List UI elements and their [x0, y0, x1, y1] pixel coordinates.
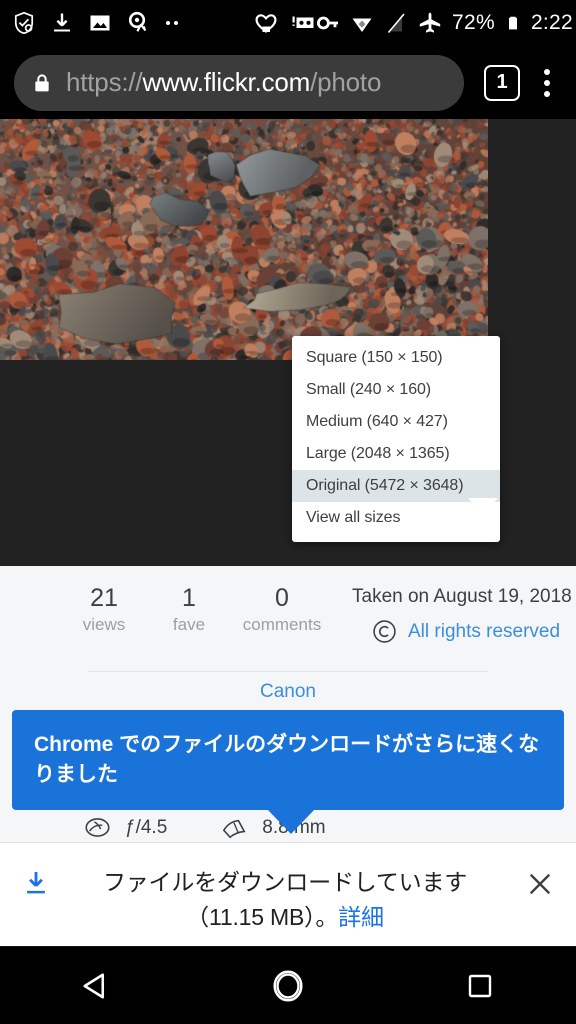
size-menu-pointer: [468, 498, 498, 514]
nav-back-button[interactable]: [0, 968, 192, 1004]
download-icon: [54, 13, 70, 32]
views-count: 21: [90, 584, 118, 612]
taken-on-label: Taken on August 19, 2018: [352, 586, 572, 607]
comments-stat: 0 comments: [236, 583, 328, 637]
faves-label: fave: [172, 615, 206, 634]
size-menu-item[interactable]: Square (150 × 150): [292, 342, 500, 374]
download-message-size: （11.15 MB）。: [186, 904, 339, 930]
download-status-icon: [18, 869, 54, 897]
account-key-icon: [128, 11, 147, 32]
camera-link[interactable]: Canon: [0, 681, 576, 703]
lock-icon: [35, 73, 49, 91]
aperture-value: ƒ/4.5: [125, 816, 168, 838]
download-icon: [27, 872, 45, 894]
download-details-link[interactable]: 詳細: [338, 904, 384, 930]
tab-switcher-button[interactable]: 1: [484, 64, 520, 101]
address-bar[interactable]: https://www.flickr.com/photo: [14, 54, 464, 111]
android-nav-bar: [0, 946, 576, 1024]
comments-label: comments: [242, 615, 322, 634]
vpn-box-icon: [292, 16, 314, 28]
size-menu-item[interactable]: Medium (640 × 427): [292, 406, 500, 438]
close-infobar-button[interactable]: [516, 869, 564, 899]
recents-square-icon: [468, 974, 492, 997]
nav-recents-button[interactable]: [384, 970, 576, 1002]
home-circle-icon: [273, 969, 303, 1002]
faves-stat: 1 fave: [160, 583, 218, 637]
status-bar: 72% 2:22: [0, 0, 576, 46]
nav-home-button[interactable]: [192, 967, 384, 1005]
comments-count: 0: [275, 584, 289, 612]
views-stat: 21 views: [72, 583, 136, 637]
key-icon: [317, 16, 338, 30]
copyright-icon: [373, 620, 396, 643]
url-path: /photo: [310, 67, 382, 97]
kebab-menu-icon[interactable]: [532, 65, 562, 101]
close-icon: [529, 873, 551, 895]
clock-label: 2:22: [530, 11, 574, 34]
url-text: https://www.flickr.com/photo: [66, 67, 381, 98]
focal-length-icon: [223, 819, 246, 839]
status-bar-notification-icons: [12, 11, 316, 35]
url-scheme: https://: [66, 67, 143, 97]
size-menu-item[interactable]: Small (240 × 160): [292, 374, 500, 406]
wifi-icon: [352, 18, 372, 32]
airplane-mode-icon: [419, 12, 441, 33]
url-host: www.flickr.com: [142, 67, 311, 97]
phone-screen: 72% 2:22 https://www.flickr.com/photo 1: [0, 0, 576, 1024]
faves-count: 1: [182, 584, 196, 612]
more-dots-icon: [164, 21, 180, 25]
aperture-icon: [85, 818, 110, 837]
info-divider: [88, 671, 488, 672]
battery-icon: [508, 16, 517, 30]
status-bar-system-icons: 72% 2:22: [316, 11, 573, 35]
download-message-line1: ファイルをダウンロードしています: [102, 869, 468, 895]
heart-sync-icon: [255, 14, 277, 33]
browser-toolbar: https://www.flickr.com/photo 1: [0, 46, 576, 119]
battery-percent-label: 72%: [452, 11, 495, 34]
download-infobar: ファイルをダウンロードしています （11.15 MB）。詳細: [0, 842, 576, 946]
image-icon: [90, 15, 110, 31]
signal-off-icon: [387, 13, 405, 34]
back-triangle-icon: [83, 972, 105, 999]
photo-stats-row: 21 views 1 fave 0 comments Taken on Augu…: [0, 566, 576, 658]
size-menu-item[interactable]: Large (2048 × 1365): [292, 438, 500, 470]
iph-tooltip[interactable]: Chrome でのファイルのダウンロードがさらに速くなりました: [12, 710, 564, 810]
license-row: All rights reserved: [372, 619, 560, 644]
views-label: views: [82, 615, 126, 634]
photo-image[interactable]: [0, 119, 488, 360]
shield-check-icon: [14, 11, 34, 35]
exif-aperture: ƒ/4.5: [84, 814, 167, 841]
license-link[interactable]: All rights reserved: [408, 621, 560, 643]
iph-tooltip-pointer: [268, 810, 314, 834]
download-message: ファイルをダウンロードしています （11.15 MB）。詳細: [54, 865, 516, 935]
iph-tooltip-text: Chrome でのファイルのダウンロードがさらに速くなりました: [34, 733, 540, 786]
